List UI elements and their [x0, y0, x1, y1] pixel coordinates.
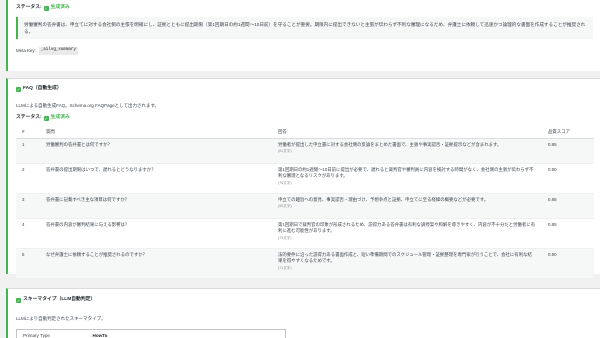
schema-description: LLMにより自動判定されたスキーマタイプ。 — [16, 316, 106, 321]
faq-status-value: 生成済み — [50, 115, 70, 120]
column-header-number: # — [16, 126, 40, 139]
summary-status-value: 生成済み — [50, 5, 70, 10]
summary-status: ステータス: ✓ 生成済み — [16, 5, 70, 11]
faq-table: # 質問 回答 品質スコア 1 労働審判の答弁書とは何ですか？ 労働者が提出した… — [16, 126, 594, 279]
row-score: 0.90 — [542, 163, 594, 194]
schema-section-title: スキーマタイプ（LLM自動判定） — [23, 297, 96, 302]
row-answer-cell: 申立ての趣旨への意見、事実認否・理由づけ、予想争点と証拠、申立てに至る経緯の概要… — [272, 193, 542, 219]
row-number: 5 — [16, 248, 40, 279]
schema-section-heading: ✓ スキーマタイプ（LLM自動判定） — [16, 297, 95, 303]
row-number: 4 — [16, 218, 40, 249]
row-char-count: (61文字) — [278, 149, 292, 154]
summary-panel: ステータス: ✓ 生成済み 労働審判の答弁書は、申立てに対する会社側の主張を明確… — [6, 0, 600, 71]
table-row: 4 答弁書の内容が審判結果に与える影響は？ 第1回期日で裁判官の印象が形成される… — [16, 218, 594, 249]
primary-type-value: HowTo — [86, 329, 286, 338]
row-answer: 申立ての趣旨への意見、事実認否・理由づけ、予想争点と証拠、申立てに至る経緯の概要… — [278, 196, 489, 202]
summary-status-label: ステータス: — [16, 5, 42, 10]
row-score: 0.88 — [542, 193, 594, 219]
row-answer: 法的要件に沿った説得力ある書面作成と、短い準備期間でのスケジュール管理・証拠整理… — [278, 251, 532, 264]
schema-type-table: Primary Type HowTo — [16, 329, 286, 338]
row-char-count: (56文字) — [278, 204, 292, 209]
row-answer-cell: 第1回期日の約1週間〜10日前に提出が必要で、遅れると裁判官や審判員に内容を検討… — [272, 163, 542, 194]
row-char-count: (76文字) — [278, 181, 292, 186]
meta-key-value: _ailvg_summary — [38, 47, 78, 55]
faq-section-title: FAQ（自動生成） — [23, 86, 62, 91]
faq-section-heading: ✓ FAQ（自動生成） — [16, 86, 62, 92]
primary-type-label: Primary Type — [16, 329, 87, 338]
row-question: 答弁書に記載すべき主な項目は何ですか？ — [40, 193, 272, 219]
checkmark-icon: ✓ — [16, 297, 21, 303]
row-question: なぜ弁護士に依頼することが推奨されるのですか？ — [40, 248, 272, 279]
row-answer: 労働者が提出した申立書に対する会社側の反論をまとめた書面で、主張や事実認否・証拠… — [278, 141, 502, 147]
row-score: 0.95 — [542, 138, 594, 164]
row-number: 2 — [16, 163, 40, 194]
checkmark-icon: ✓ — [43, 5, 49, 11]
column-header-score: 品質スコア — [542, 126, 594, 139]
row-question: 労働審判の答弁書とは何ですか？ — [40, 138, 272, 164]
row-question: 答弁書の内容が審判結果に与える影響は？ — [40, 218, 272, 249]
table-row: 1 労働審判の答弁書とは何ですか？ 労働者が提出した申立書に対する会社側の反論を… — [16, 138, 594, 164]
faq-panel: ✓ FAQ（自動生成） LLMによる自動生成FAQ。Schema.org FAQ… — [6, 78, 600, 279]
row-score: 0.90 — [542, 248, 594, 279]
row-char-count: (71文字) — [278, 266, 292, 271]
summary-text: 労働審判の答弁書は、申立てに対する会社側の主張を明確にし、証拠とともに提出期限（… — [16, 17, 593, 39]
row-answer: 第1回期日の約1週間〜10日前に提出が必要で、遅れると裁判官や審判員に内容を検討… — [278, 166, 534, 179]
row-question: 答弁書の提出期限はいつで、遅れるとどうなりますか？ — [40, 163, 272, 194]
row-answer-cell: 法的要件に沿った説得力ある書面作成と、短い準備期間でのスケジュール管理・証拠整理… — [272, 248, 542, 279]
faq-status: ステータス: ✓ 生成済み — [16, 115, 70, 121]
meta-key-label: Meta Key: — [16, 47, 36, 53]
row-number: 3 — [16, 193, 40, 219]
row-number: 1 — [16, 138, 40, 164]
meta-key-row: Meta Key: _ailvg_summary — [16, 47, 78, 55]
checkmark-icon: ✓ — [16, 86, 21, 92]
row-char-count: (75文字) — [278, 236, 292, 241]
checkmark-icon: ✓ — [43, 115, 49, 121]
row-score: 0.85 — [542, 218, 594, 249]
row-answer: 第1回期日で裁判官の印象が形成されるため、説得力ある答弁書は有利な調停案や和解を… — [278, 221, 536, 234]
faq-table-header: # 質問 回答 品質スコア — [16, 126, 594, 139]
column-header-answer: 回答 — [272, 126, 542, 139]
table-row: 3 答弁書に記載すべき主な項目は何ですか？ 申立ての趣旨への意見、事実認否・理由… — [16, 193, 594, 219]
table-row: 2 答弁書の提出期限はいつで、遅れるとどうなりますか？ 第1回期日の約1週間〜1… — [16, 163, 594, 194]
table-row: Primary Type HowTo — [16, 329, 286, 338]
column-header-question: 質問 — [40, 126, 272, 139]
row-answer-cell: 労働者が提出した申立書に対する会社側の反論をまとめた書面で、主張や事実認否・証拠… — [272, 138, 542, 164]
faq-description: LLMによる自動生成FAQ。Schema.org FAQPageとして出力されま… — [16, 103, 160, 108]
schema-panel: ✓ スキーマタイプ（LLM自動判定） LLMにより自動判定されたスキーマタイプ。… — [6, 288, 600, 338]
row-answer-cell: 第1回期日で裁判官の印象が形成されるため、説得力ある答弁書は有利な調停案や和解を… — [272, 218, 542, 249]
faq-status-label: ステータス: — [16, 115, 42, 120]
table-row: 5 なぜ弁護士に依頼することが推奨されるのですか？ 法的要件に沿った説得力ある書… — [16, 248, 594, 279]
